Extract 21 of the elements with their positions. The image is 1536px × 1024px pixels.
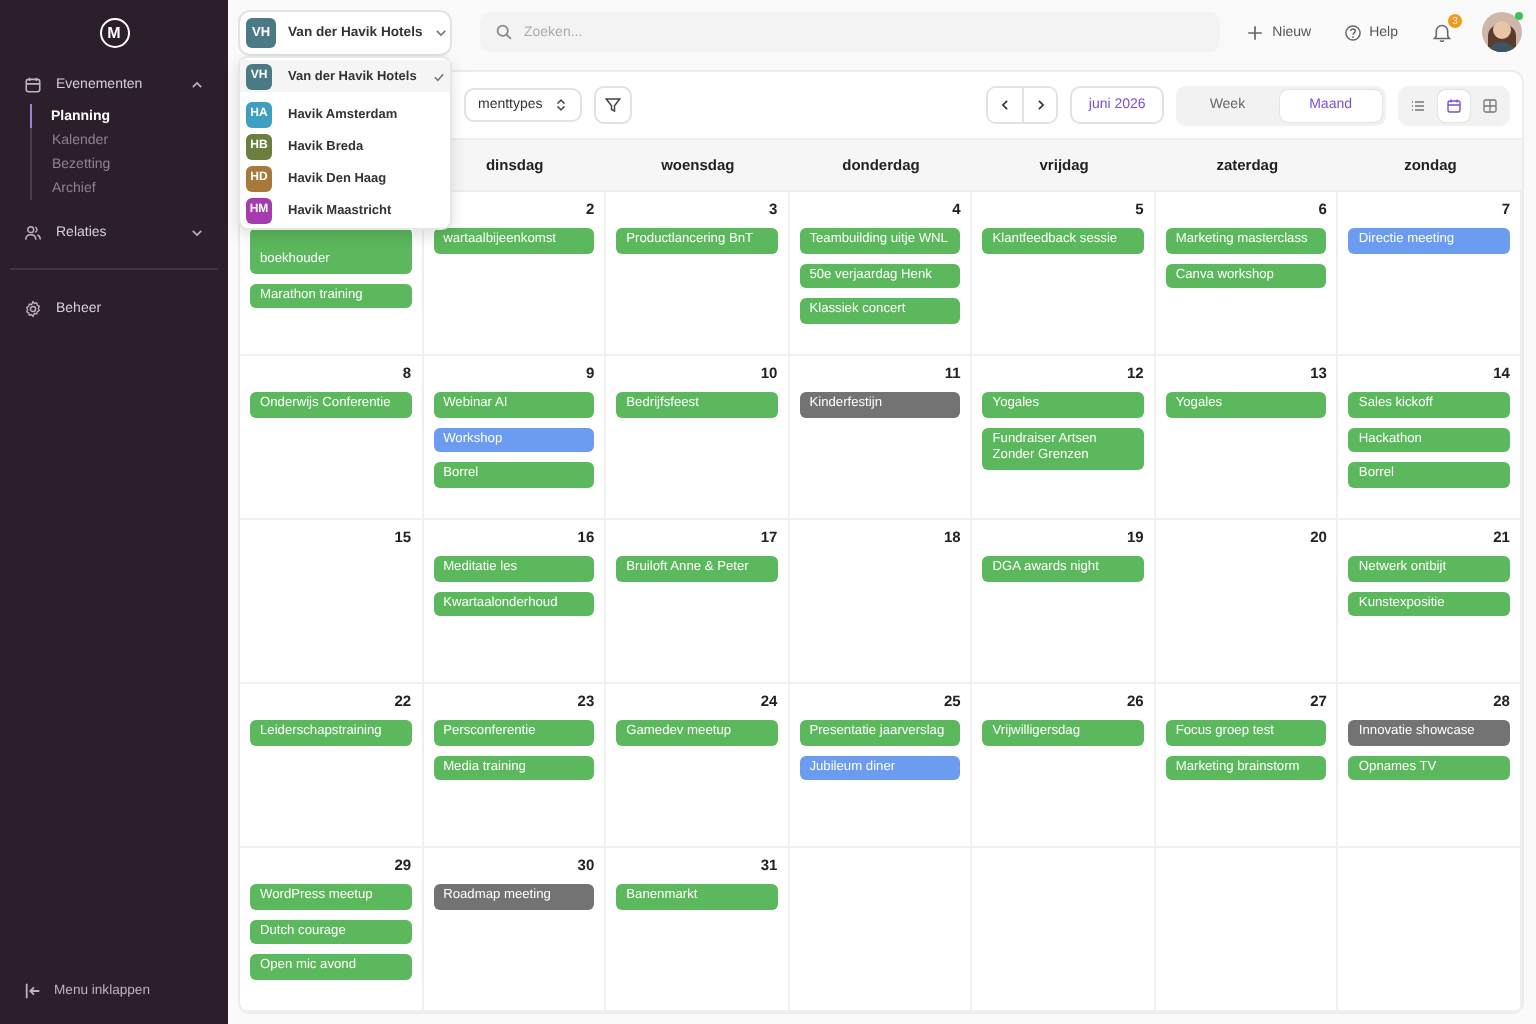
plus-icon: [1246, 23, 1265, 41]
chevron-icon: [434, 25, 449, 39]
logo: M: [99, 18, 129, 48]
bell-icon: [1432, 22, 1452, 42]
collapse-icon: [24, 982, 42, 1000]
list-icon: [1410, 97, 1426, 113]
calendar-icon: [1446, 97, 1462, 113]
grid-icon: [1482, 97, 1498, 113]
layout-button[interactable]: [1438, 89, 1470, 121]
help-icon: [1343, 23, 1362, 41]
next-button[interactable]: [1022, 88, 1057, 122]
sort-icon: [554, 98, 569, 112]
check-icon: [432, 69, 447, 83]
chevron-icon: [1033, 98, 1048, 112]
filter-icon: [604, 96, 623, 114]
chevron-icon: [998, 98, 1013, 112]
calendar-icon: [24, 76, 42, 94]
settings-icon: [24, 300, 42, 318]
user-avatar: [1480, 10, 1524, 54]
filter-button[interactable]: [594, 86, 633, 124]
people-icon: [24, 224, 42, 242]
